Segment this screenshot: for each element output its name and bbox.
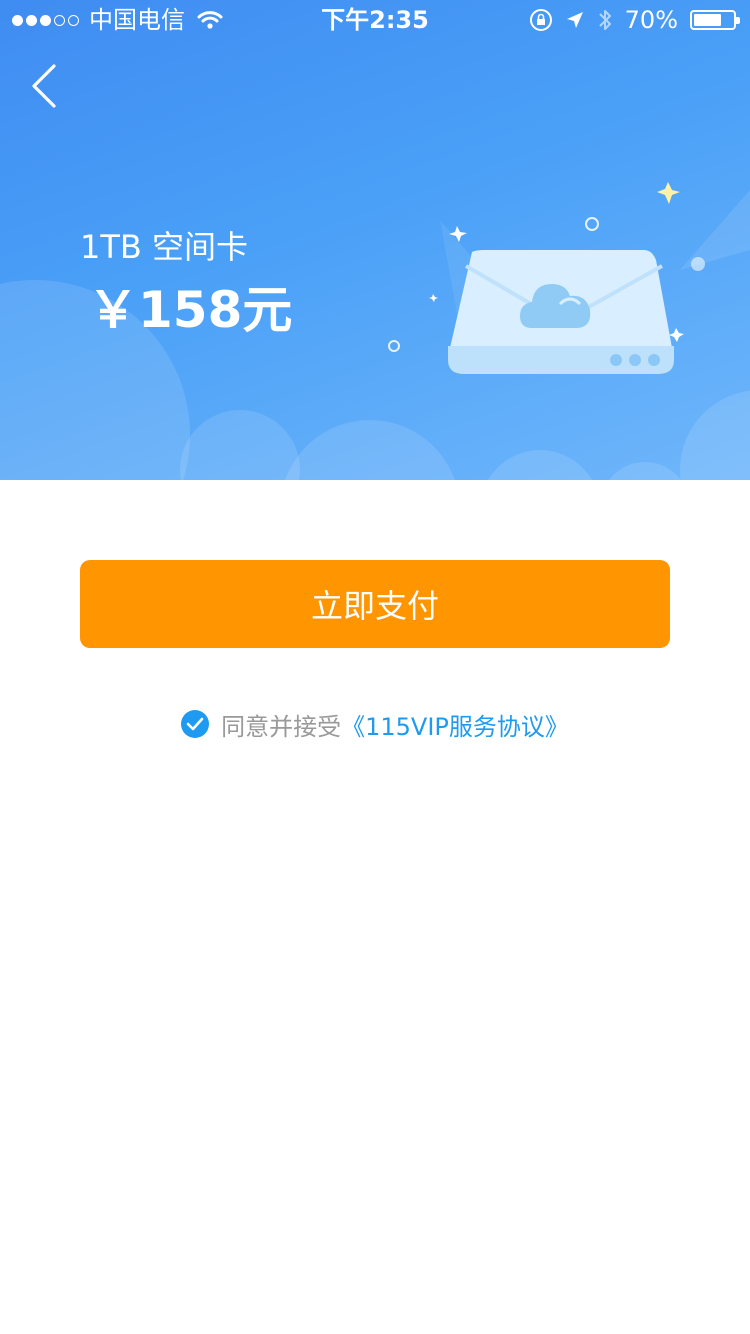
background-cloud: [680, 390, 750, 480]
agreement-link[interactable]: 《115VIP服务协议》: [341, 707, 569, 742]
header-banner: 中国电信 下午2:35 70% 1TB 空间卡 ￥158元: [0, 0, 750, 480]
battery-icon: [690, 10, 740, 30]
pay-now-button[interactable]: 立即支付: [80, 560, 670, 648]
product-name: 1TB 空间卡: [80, 228, 249, 266]
agreement-checkbox[interactable]: [181, 710, 210, 738]
back-button[interactable]: [20, 58, 70, 112]
bluetooth-icon: [597, 7, 613, 33]
agreement-text: 同意并接受: [221, 712, 342, 741]
battery-percent: 70%: [624, 6, 678, 34]
background-cloud: [600, 462, 690, 480]
lock-rotation-icon: [529, 8, 553, 32]
back-chevron-icon: [32, 64, 56, 108]
location-arrow-icon: [565, 10, 585, 30]
background-cloud: [280, 420, 460, 480]
background-cloud: [180, 410, 300, 480]
checkmark-icon: [186, 717, 204, 731]
background-cloud: [480, 450, 600, 480]
cloud-drive-illustration: [388, 182, 750, 374]
agreement-row: 同意并接受 《115VIP服务协议》: [0, 706, 750, 742]
product-price: ￥158元: [88, 281, 293, 339]
status-bar: 中国电信 下午2:35 70%: [0, 0, 750, 40]
